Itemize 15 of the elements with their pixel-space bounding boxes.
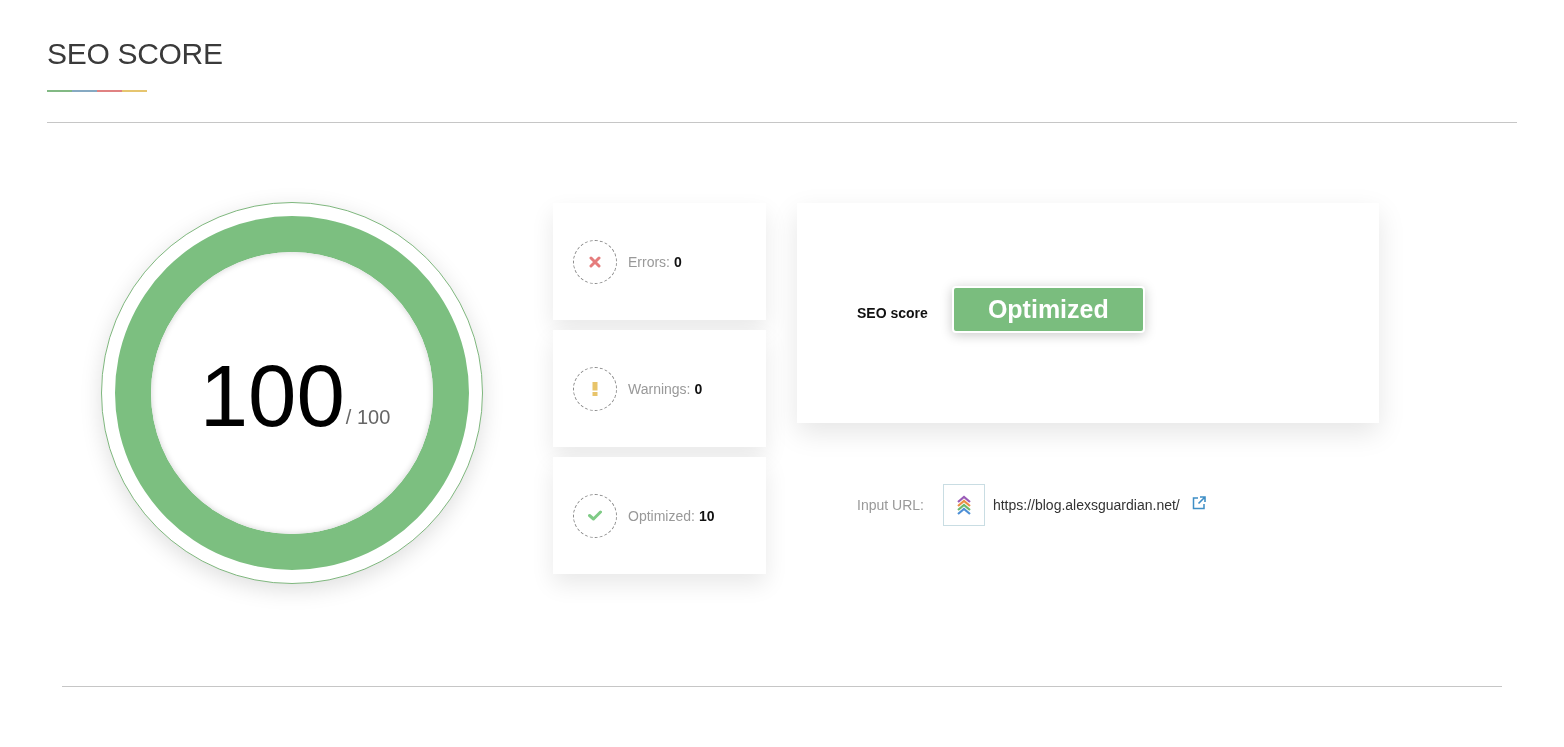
score-value: 100 [199,351,345,439]
status-badge: Optimized [951,285,1145,333]
stat-value: 0 [674,253,682,270]
status-label: SEO score [857,305,928,321]
external-link-icon[interactable] [1191,496,1206,510]
stat-value: 0 [694,380,703,397]
url-text: https://blog.alexsguardian.net/ [992,497,1180,513]
chevrons-up-icon [942,484,985,526]
url-label: Input URL: [857,497,924,513]
score-max: / 100 [345,405,391,429]
stat-label: Optimized: [628,507,695,524]
stat-value: 10 [698,507,715,524]
stat-label: Errors: [628,253,670,270]
stat-label: Warnings: [628,380,691,397]
page-title: SEO SCORE [47,36,223,72]
